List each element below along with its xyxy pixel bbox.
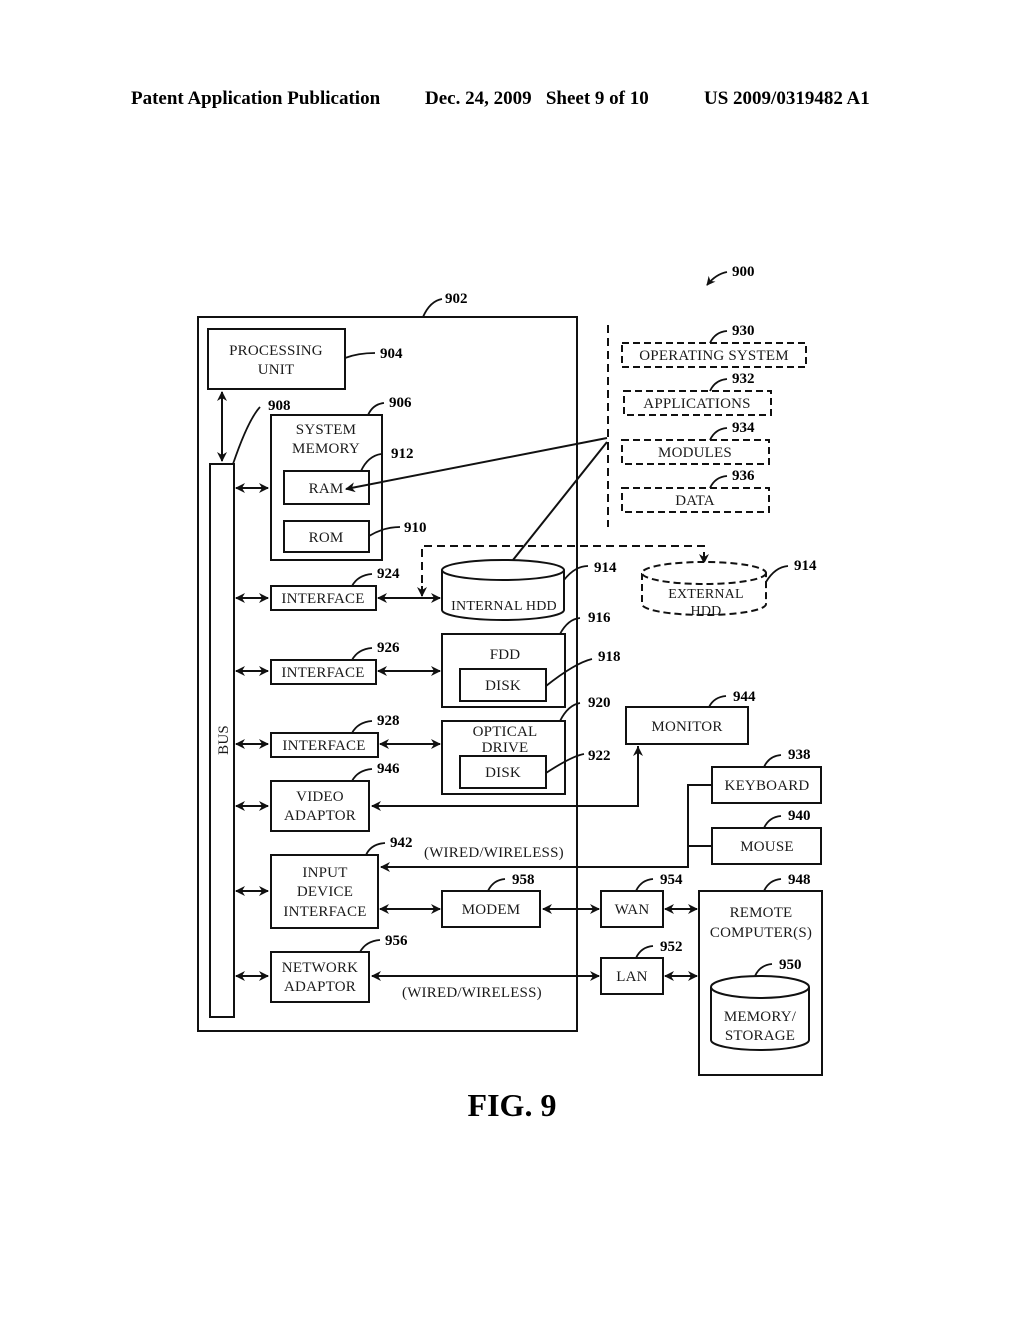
external-hdd-leader — [765, 565, 789, 583]
figure-caption: FIG. 9 — [468, 1087, 557, 1123]
mouse-label: MOUSE — [740, 839, 794, 855]
data-leader — [709, 475, 728, 489]
wan-label: WAN — [615, 902, 650, 918]
system-ref-900: 900 — [706, 264, 755, 286]
bus-ref: 908 — [268, 398, 291, 414]
remote-computers-leader — [763, 878, 782, 892]
interface-924-label: INTERFACE — [281, 591, 364, 607]
lan-ref: 952 — [660, 939, 683, 955]
remote-computers: REMOTE COMPUTER(S) 948 MEMORY/ STORAGE 9… — [698, 872, 823, 1076]
video-adaptor-line1: VIDEO — [296, 789, 344, 805]
system-memory-line1: SYSTEM — [296, 422, 356, 438]
video-adaptor-ref: 946 — [377, 761, 400, 777]
input-device-interface-line1: INPUT — [302, 865, 347, 881]
memory-storage-line2: STORAGE — [725, 1028, 795, 1044]
fdd-ref: 916 — [588, 610, 611, 626]
optical-disk-label: DISK — [485, 765, 521, 781]
monitor-label: MONITOR — [651, 719, 722, 735]
network-adaptor-line2: ADAPTOR — [284, 979, 356, 995]
optical-drive-ref: 920 — [588, 695, 611, 711]
network-adaptor-line1: NETWORK — [282, 960, 358, 976]
memory-storage-top — [710, 975, 810, 999]
modules-leader — [709, 427, 728, 441]
video-adaptor-line2: ADAPTOR — [284, 808, 356, 824]
input-device-interface-ref: 942 — [390, 835, 413, 851]
keyboard-ref: 938 — [788, 747, 811, 763]
monitor-leader — [708, 695, 727, 708]
optical-drive-line1: OPTICAL — [473, 724, 538, 740]
optical-disk-ref: 922 — [588, 748, 611, 764]
data-ref: 936 — [732, 468, 755, 484]
memory-storage-ref: 950 — [779, 957, 802, 973]
system-memory-ref: 906 — [389, 395, 412, 411]
computer-ref: 902 — [445, 291, 468, 307]
mouse-ref: 940 — [788, 808, 811, 824]
keyboard-leader — [763, 754, 782, 768]
rom-ref: 910 — [404, 520, 427, 536]
fdd-disk-ref: 918 — [598, 649, 621, 665]
keyboard-label: KEYBOARD — [725, 778, 810, 794]
external-hdd-line1: EXTERNAL — [668, 587, 743, 602]
wired-wireless-input-label: (WIRED/WIRELESS) — [424, 845, 564, 861]
interface-926-label: INTERFACE — [281, 665, 364, 681]
internal-hdd-label: INTERNAL HDD — [451, 599, 557, 614]
processing-unit-line1: PROCESSING — [229, 343, 323, 359]
modules-ref: 934 — [732, 420, 755, 436]
applications-ref: 932 — [732, 371, 755, 387]
wan-ref: 954 — [660, 872, 683, 888]
data-label: DATA — [675, 493, 715, 509]
operating-system-leader — [709, 330, 728, 344]
remote-computers-line1: REMOTE — [730, 905, 793, 921]
internal-hdd-ref: 914 — [594, 560, 617, 576]
ram-ref: 912 — [391, 446, 414, 462]
processing-unit-line2: UNIT — [258, 362, 295, 378]
remote-computers-ref: 948 — [788, 872, 811, 888]
computer-leader — [422, 298, 443, 318]
external-hdd-top — [641, 561, 767, 585]
external-hdd-ref: 914 — [794, 558, 817, 574]
system-pointer-arrow — [706, 271, 728, 286]
interface-926-ref: 926 — [377, 640, 400, 656]
monitor-ref: 944 — [733, 689, 756, 705]
bus-label: BUS — [216, 725, 232, 755]
lan-leader — [635, 945, 654, 959]
wired-wireless-network-label: (WIRED/WIRELESS) — [402, 985, 542, 1001]
ram-label: RAM — [309, 481, 344, 497]
lan-label: LAN — [616, 969, 647, 985]
optical-drive-line2: DRIVE — [482, 740, 529, 756]
wan-leader — [635, 878, 654, 892]
mouse-leader — [763, 815, 782, 829]
fdd-label: FDD — [490, 647, 521, 663]
system-memory-line2: MEMORY — [292, 441, 360, 457]
processing-unit-ref: 904 — [380, 346, 403, 362]
system-ref: 900 — [732, 264, 755, 280]
interface-928-label: INTERFACE — [282, 738, 365, 754]
processing-unit-box — [207, 328, 346, 390]
rom-label: ROM — [309, 530, 344, 546]
remote-computers-line2: COMPUTER(S) — [710, 925, 812, 941]
modem-ref: 958 — [512, 872, 535, 888]
internal-hdd-top — [441, 559, 565, 581]
applications-leader — [709, 378, 728, 392]
memory-storage-line1: MEMORY/ — [724, 1009, 797, 1025]
interface-928-ref: 928 — [377, 713, 400, 729]
modem-label: MODEM — [462, 902, 521, 918]
operating-system-label: OPERATING SYSTEM — [639, 348, 788, 364]
modules-label: MODULES — [658, 445, 732, 461]
network-adaptor-ref: 956 — [385, 933, 408, 949]
input-device-interface-line2: DEVICE — [297, 884, 353, 900]
operating-system-ref: 930 — [732, 323, 755, 339]
external-hdd-line2: HDD — [691, 604, 722, 619]
input-device-interface-line3: INTERFACE — [283, 904, 366, 920]
interface-924-ref: 924 — [377, 566, 400, 582]
fdd-disk-label: DISK — [485, 678, 521, 694]
applications-label: APPLICATIONS — [643, 396, 750, 412]
block-diagram: 900 902 PROCESSING UNIT 904 BUS 908 SYST… — [197, 264, 823, 1123]
